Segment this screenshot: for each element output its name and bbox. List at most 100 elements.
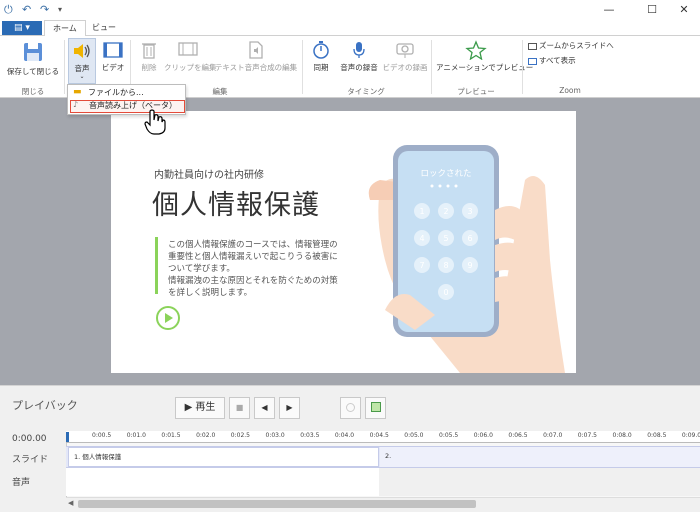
keypad-key: 8 [443,261,448,270]
zoom-slide-icon [528,42,537,50]
record-audio-button[interactable]: 音声の録音 [336,40,382,73]
menu-item-label: ファイルから... [88,88,144,97]
title-bar: ⏻ ↶ ↷ ▾ — ☐ ✕ [0,0,700,20]
record-video-button[interactable]: ビデオの録画 [382,40,428,73]
hand-cursor-icon [144,109,166,135]
preview-animation-label: アニメーションでプレビュー [436,63,534,72]
tts-edit-label: テキスト音声合成の編集 [214,63,298,72]
circle-icon [346,402,355,412]
show-all-label: すべて表示 [539,56,576,65]
scroll-left-icon[interactable]: ◀ [68,499,73,507]
audio-track-empty [379,468,700,496]
phone-lock-text: ロックされた [420,169,471,179]
save-icon [24,43,42,61]
tab-view[interactable]: ビュー [84,20,124,37]
keypad-key: 5 [443,234,448,243]
row-label-audio: 音声 [12,478,31,488]
ruler-tick-label: 0:04.5 [369,432,389,439]
row-label-slide: スライド [12,455,49,465]
ruler-tick-label: 0:01.5 [161,432,181,439]
marker-button[interactable] [340,397,361,419]
slide-segment[interactable]: 1. 個人情報保護 [68,447,379,467]
keypad-key: 3 [467,207,472,216]
menu-item-text-to-speech[interactable]: ♪ 音声読み上げ（ベータ） [70,100,185,113]
redo-icon[interactable]: ↷ [40,3,49,16]
speaker-icon [74,44,90,58]
phone-in-hand-illustration: ロックされた 1 2 3 4 5 6 7 8 9 0 [368,145,565,373]
speech-icon: ♪ [73,100,79,109]
show-all-button[interactable]: すべて表示 [528,55,612,66]
film-icon [103,42,123,58]
scrollbar-thumb[interactable] [78,500,476,508]
video-button[interactable]: ビデオ [99,40,127,73]
ruler-tick-label: 0:02.5 [230,432,250,439]
file-menu-button[interactable]: ▤ ▾ [2,21,42,35]
keypad-key: 6 [467,234,472,243]
record-video-label: ビデオの録画 [382,63,428,72]
slide-title: 個人情報保護 [152,190,320,221]
ruler-tick-label: 0:05.0 [404,432,424,439]
sync-label: 同期 [313,63,329,72]
minimize-button[interactable]: — [594,2,624,18]
accent-bar [155,237,158,294]
sync-button[interactable]: 同期 [308,40,334,73]
playback-label: プレイバック [12,399,78,412]
document-audio-icon [249,41,263,59]
group-label-edit: 編集 [212,87,228,96]
ruler-tick-label: 0:01.0 [126,432,146,439]
slide-body-line: ついて学びます。 [168,264,235,274]
customize-quick-access-icon[interactable]: ▾ [58,5,62,14]
ruler-tick-label: 0:02.0 [196,432,216,439]
previous-button[interactable]: ◀ [254,397,275,419]
fit-all-icon [528,57,537,65]
play-circle-icon[interactable] [156,306,180,330]
keypad-key: 7 [419,261,424,270]
group-label-zoom: Zoom [559,86,581,95]
edit-clip-label: クリップを編集 [164,63,217,72]
group-label-preview: プレビュー [457,87,495,96]
video-label: ビデオ [101,63,125,72]
playhead[interactable] [66,432,69,442]
menu-item-from-file[interactable]: ▬ ファイルから... [70,86,185,99]
microphone-icon [353,42,365,58]
audio-button[interactable]: 音声 ⌄ [68,38,96,84]
zoom-from-slide-label: ズームからスライドへ [539,41,614,50]
record-audio-label: 音声の録音 [340,63,378,72]
keypad-key: 2 [443,207,448,216]
preview-animation-button[interactable]: アニメーションでプレビュー [436,40,533,73]
edit-clip-button[interactable]: クリップを編集 [164,40,217,73]
ruler-tick-label: 0:07.5 [577,432,597,439]
audio-dropdown-menu: ▬ ファイルから... ♪ 音声読み上げ（ベータ） [67,84,186,115]
tts-edit-button[interactable]: テキスト音声合成の編集 [213,40,299,73]
chevron-down-icon: ⌄ [79,73,85,80]
slide-body-line: 重要性と個人情報漏えいで起こりうる被害に [168,252,338,262]
ruler-tick-label: 0:08.5 [647,432,667,439]
save-close-label: 保存して閉じる [6,67,60,76]
tab-home[interactable]: ホーム [44,20,86,37]
ruler-tick-label: 0:07.0 [543,432,563,439]
zoom-from-slide-button[interactable]: ズームからスライドへ [528,40,614,51]
keypad-key: 9 [467,261,472,270]
ruler-tick-label: 0:04.0 [334,432,355,439]
ruler-tick-label: 0:03.5 [300,432,320,439]
keypad-key: 4 [419,234,424,243]
save-close-button[interactable]: 保存して閉じる [4,40,62,77]
delete-button[interactable]: 削除 [136,40,162,73]
slide-subtitle: 内勤社員向けの社内研修 [154,170,264,181]
webcam-icon [396,43,414,58]
slide-segment[interactable]: 2. [380,447,700,467]
close-button[interactable]: ✕ [669,2,699,18]
maximize-button[interactable]: ☐ [637,2,667,18]
audio-track [66,468,379,496]
clip-edit-icon [178,42,198,56]
stop-button[interactable]: ■ [229,397,250,419]
ruler-tick-label: 0:08.0 [612,432,632,439]
slide-body-line: この個人情報保護のコースでは、情報管理の [168,240,338,250]
add-slide-marker-button[interactable] [365,397,386,419]
play-button[interactable]: ▶ 再生 [175,397,225,419]
next-button[interactable]: ▶ [279,397,300,419]
keypad-key: 0 [443,288,448,297]
stopwatch-icon [313,41,329,59]
undo-icon[interactable]: ↶ [22,3,31,16]
keypad-key: 1 [419,207,424,216]
